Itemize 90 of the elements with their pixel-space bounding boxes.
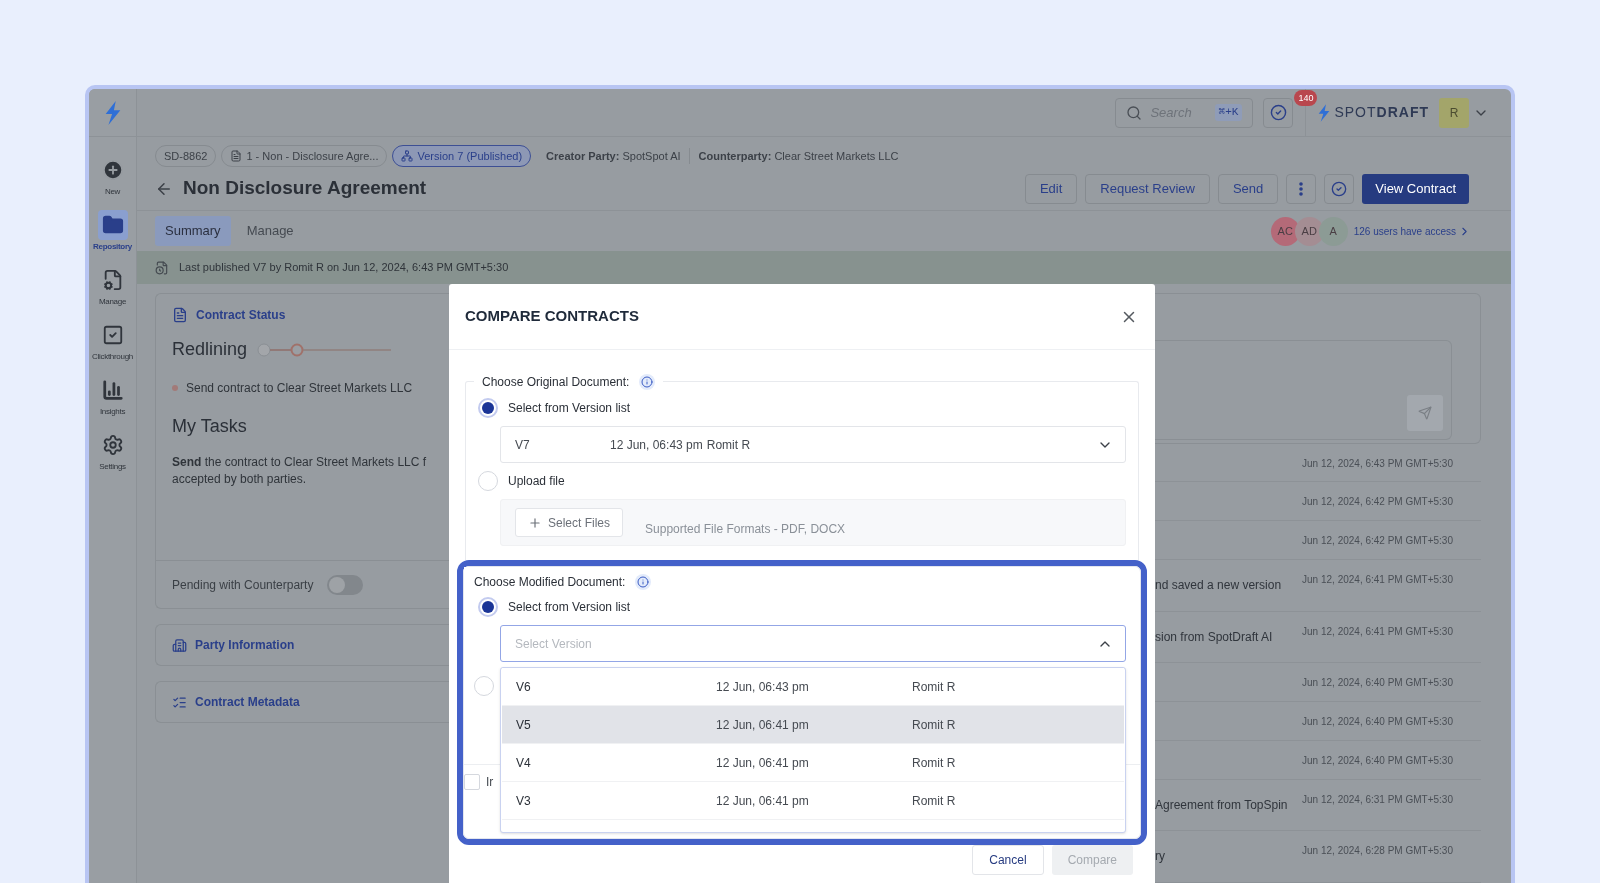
sidebar-item[interactable]: Settings (89, 430, 137, 474)
activity-time: Jun 12, 2024, 6:41 PM GMT+5:30 (1302, 624, 1453, 639)
dialog-button[interactable]: Cancel (972, 845, 1044, 875)
building-icon (172, 637, 187, 653)
document-icon (172, 307, 188, 323)
toggle-label: Pending with Counterparty (172, 576, 314, 594)
activity-time: Jun 12, 2024, 6:43 PM GMT+5:30 (1302, 456, 1453, 471)
radio-label: Upload file (508, 473, 565, 490)
access-link[interactable]: 126 users have access (1353, 223, 1456, 239)
activity-time: Jun 12, 2024, 6:40 PM GMT+5:30 (1302, 753, 1453, 768)
kebab-menu-icon (1299, 181, 1304, 196)
brand-name: SPOTDRAFT (1334, 103, 1429, 122)
checkbox[interactable] (464, 774, 480, 790)
check-circle-icon (1269, 104, 1287, 121)
approve-button[interactable] (1324, 173, 1355, 204)
tab[interactable]: Summary (155, 216, 231, 246)
section-title: Party Information (195, 637, 295, 654)
activity-time: Jun 12, 2024, 6:41 PM GMT+5:30 (1302, 573, 1453, 587)
radio-button[interactable] (478, 597, 498, 617)
version-option[interactable]: V6 12 Jun, 06:43 pm Romit R (502, 668, 1124, 706)
action-button[interactable]: Request Review (1085, 173, 1210, 204)
stage-label: Redlining (172, 338, 248, 361)
task-description: Send the contract to Clear Street Markets LLC f accepted by both parties. (172, 454, 428, 488)
activity-time: Jun 12, 2024, 6:40 PM GMT+5:30 (1302, 715, 1453, 730)
select-files-button[interactable]: Select Files (515, 508, 624, 537)
activity-text: nd saved a new version (1155, 578, 1282, 592)
info-icon (635, 574, 652, 590)
sidebar-item[interactable]: New (89, 155, 137, 199)
user-avatar: AC (1270, 216, 1300, 246)
activity-time: Jun 12, 2024, 6:40 PM GMT+5:30 (1302, 676, 1453, 691)
sidebar-item[interactable]: Insights (89, 375, 137, 419)
dialog-title: COMPARE CONTRACTS (465, 306, 639, 327)
version-select[interactable]: V7 12 Jun, 06:43 pm Romit R (500, 426, 1126, 463)
bar-chart-icon (101, 379, 124, 401)
activity-time: Jun 12, 2024, 6:31 PM GMT+5:30 (1302, 792, 1453, 807)
plus-icon (528, 515, 542, 530)
view-contract-button[interactable]: View Contract (1362, 173, 1469, 204)
fieldset-legend: Choose Original Document: (482, 373, 630, 391)
creator-party: Creator Party: SpotSpot AI (536, 147, 690, 165)
sidebar-item[interactable]: Repository (89, 210, 137, 254)
info-icon (639, 374, 656, 390)
upload-hint: Supported File Formats - PDF, DOCX (645, 520, 846, 538)
action-button[interactable]: Edit (1024, 173, 1078, 204)
branch-icon (401, 150, 414, 162)
radio-label: Select from Version list (508, 400, 631, 417)
shortcut-key: ⌘+K (1214, 104, 1243, 121)
radio-label: Select from Version list (508, 599, 631, 616)
more-button[interactable] (1286, 173, 1317, 204)
checked-square-icon (101, 324, 124, 346)
user-avatar[interactable]: R (1439, 97, 1469, 128)
status-task: Send contract to Clear Street Markets LLC (186, 380, 413, 397)
activity-text: ry (1155, 849, 1165, 864)
activity-text: Agreement from TopSpin (1155, 797, 1288, 812)
check-circle-icon (1331, 180, 1348, 197)
document-clock-icon (155, 260, 169, 275)
user-avatar: A (1318, 216, 1348, 246)
plus-circle-icon (101, 159, 124, 181)
notification-badge: 140 (1294, 89, 1318, 106)
sidebar-item[interactable]: Clickthrough (89, 320, 137, 364)
published-text: Last published V7 by Romit R on Jun 12, 2024, 6:43 PM GMT+5:30 (179, 260, 509, 276)
radio-button[interactable] (478, 398, 498, 418)
section-heading: My Tasks (172, 415, 248, 438)
action-button[interactable]: Send (1217, 173, 1279, 204)
version-option[interactable]: V5 12 Jun, 06:41 pm Romit R (502, 706, 1124, 744)
section-card[interactable]: Party Information (155, 624, 449, 666)
activity-time: Jun 12, 2024, 6:42 PM GMT+5:30 (1302, 534, 1453, 549)
checkbox-label: Ir (486, 774, 494, 791)
activity-time: Jun 12, 2024, 6:42 PM GMT+5:30 (1302, 495, 1453, 510)
document-gear-icon (101, 269, 124, 291)
search-icon (1126, 104, 1143, 121)
counterparty: Counterparty: Clear Street Markets LLC (697, 148, 899, 164)
card-title: Contract Status (196, 307, 286, 324)
radio-button[interactable] (478, 471, 498, 491)
sidebar-item[interactable]: Manage (89, 265, 137, 309)
activity-time: Jun 12, 2024, 6:28 PM GMT+5:30 (1302, 844, 1453, 859)
section-card[interactable]: Contract Metadata (155, 681, 449, 723)
checklist-icon (172, 694, 187, 710)
fieldset-legend: Choose Modified Document: (474, 573, 626, 591)
document-icon (230, 150, 243, 162)
activity-text: sion from SpotDraft AI (1155, 629, 1273, 644)
tab[interactable]: Manage (236, 216, 304, 246)
page-title: Non Disclosure Agreement (183, 176, 428, 201)
send-icon (1418, 405, 1432, 420)
version-chip[interactable]: Version 7 (Published) (392, 145, 532, 167)
tasks-button[interactable] (1263, 97, 1294, 128)
folder-icon (101, 214, 124, 236)
radio-button[interactable] (474, 676, 494, 696)
section-title: Contract Metadata (195, 694, 300, 711)
toggle-switch[interactable] (327, 574, 364, 595)
settings-icon (101, 434, 124, 456)
